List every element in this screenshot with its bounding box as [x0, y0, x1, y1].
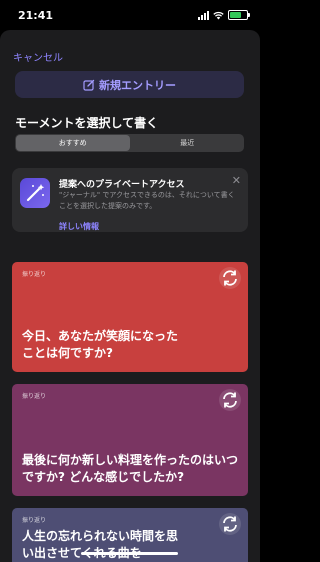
card-tag: 振り返り	[22, 393, 47, 400]
card-question: 人生の忘れられない時間を思い出させてくれる曲を	[22, 529, 179, 560]
status-icons	[198, 10, 250, 20]
signal-icon	[198, 10, 209, 20]
status-time: 21:41	[18, 9, 54, 22]
segment-recommended[interactable]: おすすめ	[16, 135, 130, 151]
journal-suggestions-icon	[20, 178, 50, 208]
suggestion-card[interactable]: 振り返り 最後に何か新しい料理を作ったのはいつですか? どんな感じでしたか?	[12, 384, 248, 496]
card-question: 今日、あなたが笑顔になったことは何ですか?	[22, 329, 179, 360]
wifi-icon	[213, 11, 224, 19]
segmented-control: おすすめ 最近	[15, 134, 244, 152]
new-entry-sheet: キャンセル 新規エントリー モーメントを選択して書く おすすめ 最近 提案へのプ…	[0, 30, 260, 562]
segment-recent[interactable]: 最近	[131, 134, 245, 152]
learn-more-link[interactable]: 詳しい情報	[59, 221, 99, 232]
privacy-body: "ジャーナル" でアクセスできるのは、それについて書くことを選択した提案のみです…	[59, 191, 235, 210]
status-bar: 21:41	[0, 0, 260, 30]
refresh-icon[interactable]	[218, 388, 242, 412]
cancel-button[interactable]: キャンセル	[13, 49, 63, 64]
new-entry-button[interactable]: 新規エントリー	[15, 71, 244, 98]
card-tag: 振り返り	[22, 517, 47, 524]
section-title: モーメントを選択して書く	[15, 116, 159, 130]
home-indicator[interactable]	[81, 552, 178, 555]
refresh-icon[interactable]	[218, 512, 242, 536]
suggestion-card[interactable]: 振り返り 今日、あなたが笑顔になったことは何ですか?	[12, 262, 248, 372]
privacy-card: 提案へのプライベートアクセス "ジャーナル" でアクセスできるのは、それについて…	[12, 168, 248, 232]
card-tag: 振り返り	[22, 271, 47, 278]
card-question: 最後に何か新しい料理を作ったのはいつですか? どんな感じでしたか?	[22, 453, 239, 484]
compose-icon	[83, 79, 95, 91]
close-icon[interactable]: ✕	[232, 174, 241, 187]
refresh-icon[interactable]	[218, 266, 242, 290]
battery-icon	[228, 10, 250, 20]
new-entry-label: 新規エントリー	[99, 78, 176, 92]
privacy-title: 提案へのプライベートアクセス	[59, 180, 185, 190]
